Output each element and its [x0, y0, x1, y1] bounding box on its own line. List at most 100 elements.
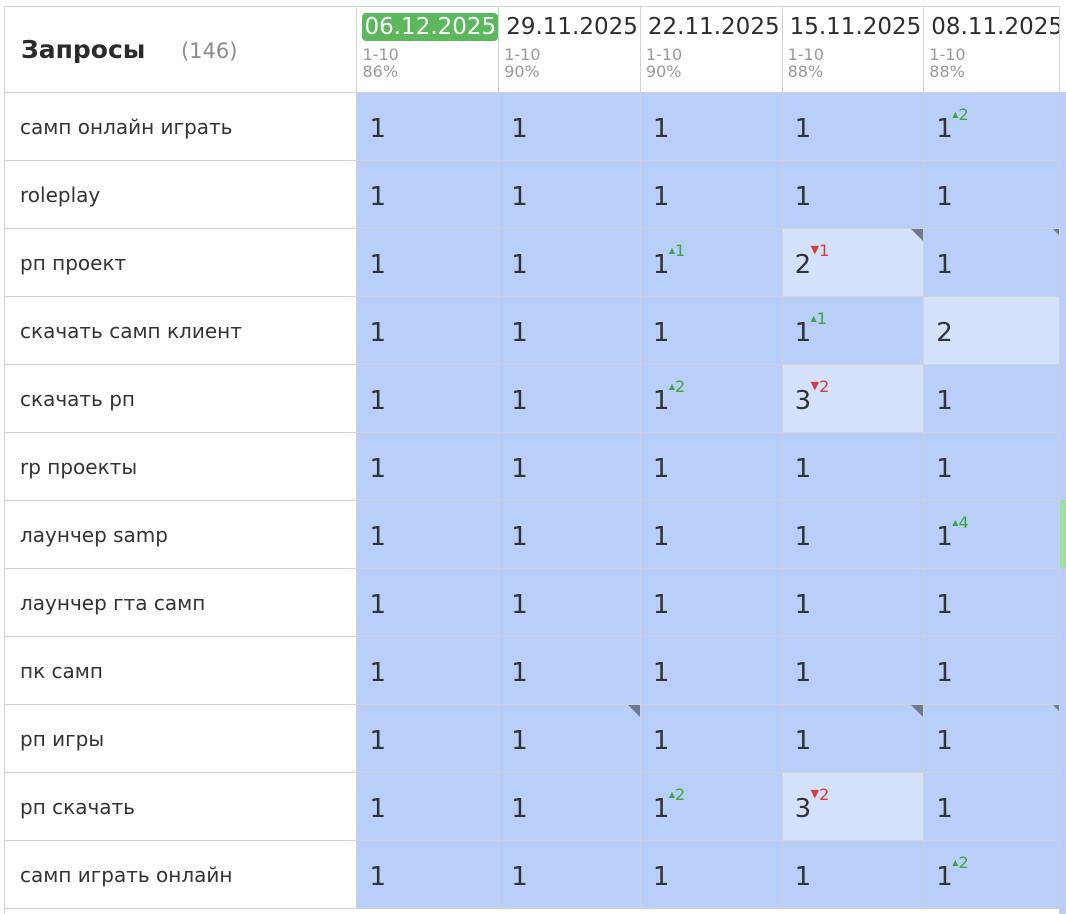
- position-cell[interactable]: 1: [639, 160, 783, 229]
- column-range: 1-10: [645, 45, 683, 64]
- position-cell[interactable]: 1: [781, 840, 925, 909]
- position-cell[interactable]: 3 ▼2: [781, 772, 925, 841]
- query-cell[interactable]: лаунчер samp: [3, 500, 358, 569]
- position-value: 1: [369, 113, 387, 144]
- position-cell[interactable]: 1: [498, 160, 641, 229]
- position-cell[interactable]: 1: [781, 160, 925, 229]
- position-cell[interactable]: 1: [923, 228, 1066, 297]
- position-value: 1: [369, 453, 387, 484]
- position-value: 1: [652, 385, 670, 416]
- position-cell[interactable]: 1: [923, 568, 1066, 637]
- date-column-header[interactable]: 22.11.2025 1-10 90%: [639, 6, 783, 93]
- position-cell[interactable]: 1: [498, 92, 641, 161]
- position-cell[interactable]: 1: [498, 772, 641, 841]
- position-value: 1: [511, 385, 528, 416]
- position-cell[interactable]: 1: [356, 92, 500, 161]
- query-cell[interactable]: самп играть онлайн: [3, 840, 358, 909]
- position-cell[interactable]: 2 ▼1: [781, 228, 925, 297]
- position-value: 1: [936, 453, 953, 484]
- position-cell[interactable]: 1: [356, 296, 500, 365]
- position-cell[interactable]: 1: [639, 500, 783, 569]
- position-cell[interactable]: 1: [639, 840, 783, 909]
- position-cell[interactable]: 1 ▲1: [781, 296, 925, 365]
- position-cell[interactable]: 1: [781, 704, 925, 773]
- position-cell[interactable]: 1: [639, 296, 783, 365]
- table-body: самп онлайн играть 1 1 1 1 1 ▲2 roleplay 1 1 1 1 1 рп…: [3, 92, 1066, 909]
- position-cell[interactable]: 1: [356, 160, 500, 229]
- position-cell[interactable]: 1: [639, 432, 783, 501]
- position-cell[interactable]: 1: [923, 160, 1066, 229]
- position-cell[interactable]: 1: [498, 296, 641, 365]
- column-range: 1-10: [362, 45, 399, 64]
- position-cell[interactable]: 1 ▲2: [639, 772, 783, 841]
- position-cell[interactable]: 1: [498, 432, 641, 501]
- query-cell[interactable]: рп скачать: [3, 772, 358, 841]
- position-cell[interactable]: 1: [498, 364, 641, 433]
- position-cell[interactable]: 1 ▲1: [639, 228, 783, 297]
- position-cell[interactable]: 1: [356, 568, 500, 637]
- position-cell[interactable]: 1: [781, 92, 925, 161]
- queries-count: (146): [180, 39, 238, 63]
- position-cell[interactable]: 1: [356, 364, 500, 433]
- query-cell[interactable]: рп проект: [3, 228, 358, 297]
- position-cell[interactable]: 1: [356, 772, 500, 841]
- position-cell[interactable]: 1 ▲4: [923, 500, 1066, 569]
- corner-flag-icon: [911, 705, 924, 717]
- position-cell[interactable]: 1: [356, 636, 500, 705]
- position-cell[interactable]: 1: [498, 704, 641, 773]
- query-cell[interactable]: скачать самп клиент: [3, 296, 358, 365]
- position-cell[interactable]: 1: [923, 636, 1066, 705]
- current-date-badge: 06.12.2025: [362, 13, 499, 41]
- position-cell[interactable]: 1: [498, 228, 641, 297]
- position-value: 1: [936, 725, 953, 756]
- date-column-header[interactable]: 15.11.2025 1-10 88%: [781, 6, 925, 93]
- position-cell[interactable]: 1: [923, 704, 1066, 773]
- position-cell[interactable]: 1: [498, 568, 641, 637]
- date-column-header[interactable]: 06.12.2025 1-10 86%: [356, 6, 500, 93]
- position-value: 1: [369, 385, 387, 416]
- table-row: скачать рп 1 1 1 ▲2 3 ▼2 1: [3, 364, 1066, 433]
- position-value: 1: [652, 113, 670, 144]
- position-cell[interactable]: 1: [639, 636, 783, 705]
- query-cell[interactable]: самп онлайн играть: [3, 92, 358, 161]
- query-cell[interactable]: скачать рп: [3, 364, 358, 433]
- position-value: 1: [369, 725, 387, 756]
- queries-header[interactable]: Запросы (146): [3, 6, 358, 93]
- position-cell[interactable]: 1: [498, 500, 641, 569]
- position-cell[interactable]: 1: [356, 704, 500, 773]
- query-cell[interactable]: rp проекты: [3, 432, 358, 501]
- position-cell[interactable]: 1: [781, 432, 925, 501]
- position-cell[interactable]: 1: [356, 840, 500, 909]
- position-value: 3: [794, 793, 812, 824]
- position-cell[interactable]: 1: [498, 840, 641, 909]
- position-cell[interactable]: 1: [923, 432, 1066, 501]
- table-row: лаунчер гта самп 1 1 1 1 1: [3, 568, 1066, 637]
- position-cell[interactable]: 1: [781, 500, 925, 569]
- position-cell[interactable]: 3 ▼2: [781, 364, 925, 433]
- position-cell[interactable]: 1 ▲2: [923, 840, 1066, 909]
- position-cell[interactable]: 1: [356, 432, 500, 501]
- position-cell[interactable]: 1: [498, 636, 641, 705]
- position-cell[interactable]: 1: [923, 364, 1066, 433]
- position-cell[interactable]: 1: [356, 228, 500, 297]
- position-value: 1: [794, 657, 812, 688]
- position-cell[interactable]: 1: [639, 704, 783, 773]
- date-column-header[interactable]: 29.11.2025 1-10 90%: [498, 6, 641, 93]
- position-cell[interactable]: 1 ▲2: [923, 92, 1066, 161]
- position-value: 1: [369, 181, 387, 212]
- query-cell[interactable]: лаунчер гта самп: [3, 568, 358, 637]
- position-cell[interactable]: 1: [356, 500, 500, 569]
- query-cell[interactable]: пк самп: [3, 636, 358, 705]
- query-cell[interactable]: roleplay: [3, 160, 358, 229]
- position-cell[interactable]: 1: [923, 772, 1066, 841]
- position-cell[interactable]: 1: [781, 636, 925, 705]
- table-row: самп онлайн играть 1 1 1 1 1 ▲2: [3, 92, 1066, 161]
- position-cell[interactable]: 1: [781, 568, 925, 637]
- position-cell[interactable]: 2: [923, 296, 1066, 365]
- query-cell[interactable]: рп игры: [3, 704, 358, 773]
- position-cell[interactable]: 1: [639, 568, 783, 637]
- position-cell[interactable]: 1 ▲2: [639, 364, 783, 433]
- position-cell[interactable]: 1: [639, 92, 783, 161]
- table-row: пк самп 1 1 1 1 1: [3, 636, 1066, 705]
- date-column-header[interactable]: 08.11.2025 1-10 88%: [923, 6, 1066, 93]
